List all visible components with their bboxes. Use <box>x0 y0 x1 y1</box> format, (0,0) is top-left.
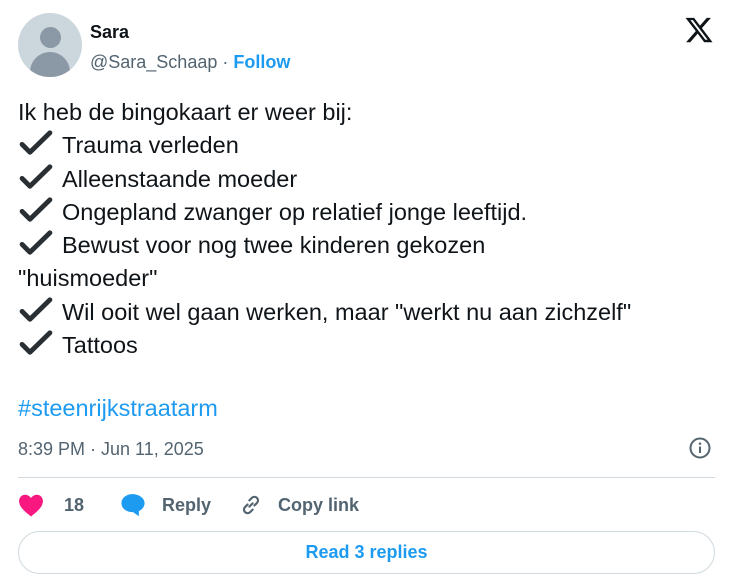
tweet-line-text: Wil ooit wel gaan werken, maar "werkt nu… <box>62 298 632 325</box>
divider <box>18 477 715 478</box>
tweet-line: Wil ooit wel gaan werken, maar "werkt nu… <box>18 296 718 329</box>
heavy-check-mark-icon <box>18 297 54 323</box>
read-replies-button[interactable]: Read 3 replies <box>18 531 715 574</box>
tweet-line-text: "huismoeder" <box>18 265 158 292</box>
tweet-line: Bewust voor nog twee kinderen gekozen <box>18 229 718 262</box>
tweet-line-text: Trauma verleden <box>62 132 239 159</box>
hashtag-link[interactable]: #steenrijkstraatarm <box>18 395 218 422</box>
copy-link-button[interactable]: Copy link <box>238 487 359 523</box>
reply-button[interactable]: Reply <box>120 487 211 523</box>
x-logo-icon[interactable] <box>684 15 714 45</box>
speech-bubble-icon <box>121 494 145 517</box>
reply-label: Reply <box>162 494 212 515</box>
avatar[interactable] <box>18 13 82 77</box>
tweet-header: Sara @Sara_Schaap · Follow <box>18 13 718 79</box>
tweet-line: "huismoeder" <box>18 262 718 295</box>
timestamp[interactable]: 8:39 PM · Jun 11, 2025 <box>18 439 204 460</box>
tweet-line: Trauma verleden <box>18 129 718 162</box>
heavy-check-mark-icon <box>18 130 54 156</box>
heavy-check-mark-icon <box>18 163 54 190</box>
tweet-line-text: Tattoos <box>62 332 138 359</box>
tweet-line: Alleenstaande moeder <box>18 163 718 196</box>
action-bar: 18 Reply Copy link <box>18 487 718 523</box>
info-icon[interactable] <box>688 436 712 460</box>
read-replies-label: Read 3 replies <box>305 542 428 562</box>
avatar-body <box>30 52 70 77</box>
tweet-line: Ongepland zwanger op relatief jonge leef… <box>18 196 718 229</box>
tweet-line-text: Alleenstaande moeder <box>62 165 298 192</box>
copy-link-label: Copy link <box>278 494 360 515</box>
tweet-line-text: Ongepland zwanger op relatief jonge leef… <box>62 198 528 225</box>
avatar-head <box>40 27 61 48</box>
handle-row: @Sara_Schaap · Follow <box>90 52 290 73</box>
tweet-line: Tattoos <box>18 329 718 362</box>
heavy-check-mark-icon <box>18 330 54 356</box>
tweet-line-text: Bewust voor nog twee kinderen gekozen <box>62 232 486 259</box>
tweet-line: Ik heb de bingokaart er weer bij: <box>18 96 718 129</box>
like-count: 18 <box>64 494 85 515</box>
follow-button[interactable]: Follow <box>233 52 290 72</box>
separator-dot: · <box>222 52 229 72</box>
heavy-check-mark-icon <box>18 230 54 256</box>
heart-icon <box>19 494 43 517</box>
author-name[interactable]: Sara <box>90 22 129 43</box>
like-button[interactable]: 18 <box>18 487 84 523</box>
heavy-check-mark-icon <box>18 197 54 223</box>
tweet-text: Ik heb de bingokaart er weer bij: Trauma … <box>18 96 718 362</box>
link-icon <box>242 495 260 515</box>
tweet-line-text: Ik heb de bingokaart er weer bij: <box>18 99 353 125</box>
author-handle[interactable]: @Sara_Schaap <box>90 52 217 72</box>
